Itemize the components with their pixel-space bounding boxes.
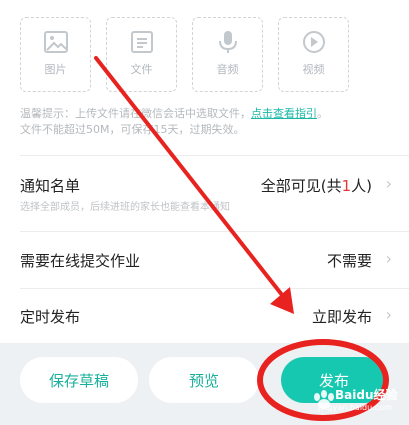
homework-value: 不需要 (326, 252, 372, 270)
attach-audio-label: 音频 (216, 63, 239, 76)
attach-image-label: 图片 (44, 63, 67, 76)
guide-link[interactable]: 点击查看指引 (251, 107, 317, 120)
attach-image-button[interactable]: 图片 (20, 17, 91, 92)
microphone-icon (218, 31, 237, 53)
chevron-right-icon: › (385, 249, 392, 268)
video-play-icon (302, 31, 325, 53)
notify-value-prefix: 全部可见(共 (260, 177, 342, 195)
notify-value-suffix: 人) (351, 177, 372, 195)
chevron-right-icon: › (385, 174, 392, 193)
attach-video-label: 视频 (302, 63, 325, 76)
watermark-brand: Baidu经验 (335, 388, 398, 402)
tip-text-1-end: 。 (317, 107, 328, 120)
tip-text-2: 文件不能超过50M，可保存15天，过期失效。 (20, 123, 245, 136)
notify-count: 1 (341, 177, 352, 195)
attach-audio-button[interactable]: 音频 (192, 17, 263, 92)
save-draft-button[interactable]: 保存草稿 (20, 357, 138, 403)
image-icon (43, 31, 68, 53)
upload-tip: 温馨提示：上传文件请在微信会话中选取文件，点击查看指引。 文件不能超过50M，可… (20, 106, 400, 138)
attachment-options: 图片 文件 音频 视频 (20, 17, 400, 93)
notify-list-hint: 选择全部成员，后续进班的家长也能查看本通知 (20, 202, 230, 213)
schedule-title: 定时发布 (20, 308, 81, 326)
chevron-right-icon: › (385, 305, 392, 324)
attach-file-label: 文件 (130, 63, 153, 76)
attach-file-button[interactable]: 文件 (106, 17, 177, 92)
homework-title: 需要在线提交作业 (20, 252, 141, 270)
notify-list-row[interactable]: 通知名单 全部可见(共1人) › 选择全部成员，后续进班的家长也能查看本通知 (20, 156, 394, 223)
attach-video-button[interactable]: 视频 (278, 17, 349, 92)
schedule-row[interactable]: 定时发布 立即发布 › (20, 289, 394, 343)
notify-list-value: 全部可见(共1人) (261, 175, 372, 196)
tip-text-1: 温馨提示：上传文件请在微信会话中选取文件， (20, 107, 251, 120)
watermark-url: jingyan.baidu.com (318, 403, 392, 412)
homework-row[interactable]: 需要在线提交作业 不需要 › (20, 232, 394, 288)
schedule-value: 立即发布 (311, 308, 372, 326)
preview-button[interactable]: 预览 (149, 357, 259, 403)
file-icon (130, 31, 153, 53)
notify-list-title: 通知名单 (20, 177, 81, 195)
